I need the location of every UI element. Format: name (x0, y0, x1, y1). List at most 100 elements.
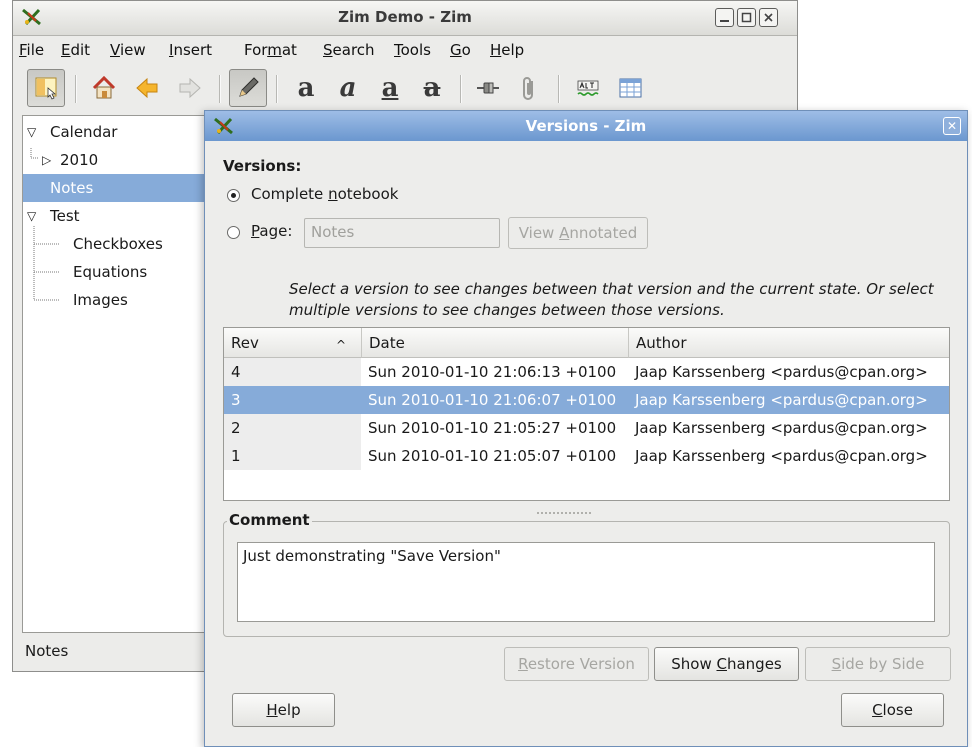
main-titlebar[interactable]: Zim Demo - Zim (13, 1, 797, 36)
menu-tools[interactable]: Tools (394, 41, 431, 59)
menu-view[interactable]: View (110, 41, 146, 59)
page-name-input[interactable]: Notes (304, 218, 500, 248)
tree-item-label: Equations (73, 263, 148, 281)
table-row[interactable]: 4 Sun 2010-01-10 21:06:13 +0100 Jaap Kar… (224, 358, 949, 386)
tree-item-label: Images (73, 291, 128, 309)
menu-format[interactable]: Format (244, 41, 297, 59)
close-icon (764, 13, 773, 22)
pane-resize-handle[interactable] (537, 502, 597, 514)
menu-file[interactable]: File (19, 41, 44, 59)
column-header-date[interactable]: Date (361, 328, 628, 358)
underline-icon: a (381, 73, 399, 103)
toolbar-separator (460, 75, 462, 103)
expander-open-icon[interactable]: ▽ (27, 118, 36, 146)
pencil-icon (239, 77, 259, 97)
menu-help[interactable]: Help (490, 41, 524, 59)
tree-item-label: Calendar (50, 123, 118, 141)
versions-dialog: Versions - Zim ✕ Versions: Complete note… (204, 110, 968, 747)
complete-notebook-radio[interactable] (227, 189, 240, 202)
tree-item-equations[interactable]: Equations (23, 258, 221, 286)
attach-file-button[interactable] (511, 69, 549, 107)
tree-connector-line (30, 148, 38, 159)
page-option[interactable]: Page: (227, 222, 307, 244)
complete-notebook-option[interactable]: Complete notebook (227, 185, 447, 207)
mark-button[interactable]: a (371, 69, 409, 107)
cell-date: Sun 2010-01-10 21:06:13 +0100 (368, 363, 617, 381)
show-changes-button[interactable]: Show Changes (654, 647, 799, 681)
maximize-button[interactable] (737, 8, 756, 27)
close-window-button[interactable] (759, 8, 778, 27)
menu-search[interactable]: Search (323, 41, 375, 59)
back-button[interactable] (128, 69, 166, 107)
tree-item-images[interactable]: Images (23, 286, 221, 314)
menu-insert[interactable]: Insert (169, 41, 212, 59)
spell-check-button[interactable] (569, 69, 607, 107)
toolbar-separator (558, 75, 560, 103)
forward-button[interactable] (171, 69, 209, 107)
minimize-button[interactable] (715, 8, 734, 27)
table-row-selected[interactable]: 3 Sun 2010-01-10 21:06:07 +0100 Jaap Kar… (224, 386, 949, 414)
cell-author: Jaap Karssenberg <pardus@cpan.org> (628, 386, 949, 414)
index-pane-icon (35, 77, 57, 100)
complete-notebook-label: Complete notebook (251, 185, 399, 203)
toggle-index-button[interactable] (27, 69, 65, 107)
strong-button[interactable]: a (287, 69, 325, 107)
link-icon (477, 82, 499, 94)
sort-ascending-icon: ^ (336, 338, 347, 352)
page-radio[interactable] (227, 226, 240, 239)
cell-date: Sun 2010-01-10 21:05:07 +0100 (368, 447, 617, 465)
cell-date: Sun 2010-01-10 21:06:07 +0100 (361, 386, 628, 414)
comment-heading: Comment (227, 511, 312, 529)
versions-table: Rev ^ Date Author 4 Sun 2010-01-10 21:06… (223, 327, 950, 501)
window-title: Zim Demo - Zim (338, 8, 472, 26)
toolbar-separator (276, 75, 278, 103)
edit-mode-button[interactable] (229, 69, 267, 107)
tree-item-label: Checkboxes (73, 235, 163, 253)
table-icon (619, 78, 642, 98)
menubar: File Edit View Insert Format Search Tool… (13, 36, 797, 64)
cell-date: Sun 2010-01-10 21:05:27 +0100 (368, 419, 617, 437)
tree-item-checkboxes[interactable]: Checkboxes (23, 230, 221, 258)
instructions-text: Select a version to see changes between … (289, 280, 934, 319)
dialog-titlebar[interactable]: Versions - Zim ✕ (205, 111, 967, 141)
side-by-side-button[interactable]: Side by Side (805, 647, 951, 681)
menu-edit[interactable]: Edit (61, 41, 90, 59)
italic-icon: a (339, 73, 357, 103)
table-row[interactable]: 1 Sun 2010-01-10 21:05:07 +0100 Jaap Kar… (224, 442, 949, 470)
insert-table-button[interactable] (611, 69, 649, 107)
help-button[interactable]: Help (232, 693, 335, 727)
bold-icon: a (297, 73, 315, 103)
spellcheck-icon (577, 80, 599, 96)
cell-author: Jaap Karssenberg <pardus@cpan.org> (635, 363, 928, 381)
tree-item-label: 2010 (60, 151, 99, 169)
strikethrough-icon: a (423, 73, 441, 103)
menu-go[interactable]: Go (450, 41, 471, 59)
paperclip-icon (523, 77, 533, 100)
dialog-close-button[interactable]: ✕ (943, 117, 961, 135)
tree-item-calendar[interactable]: ▽ Calendar (23, 118, 221, 146)
close-button[interactable]: Close (841, 693, 944, 727)
insert-link-button[interactable] (469, 69, 507, 107)
column-header-author[interactable]: Author (628, 328, 949, 358)
dialog-title: Versions - Zim (525, 117, 647, 135)
index-tree: ▽ Calendar ▷ 2010 Notes ▽ Test Checkboxe… (22, 115, 222, 633)
cell-rev: 3 (224, 386, 361, 414)
emphasis-button[interactable]: a (329, 69, 367, 107)
column-header-rev[interactable]: Rev ^ (224, 328, 361, 358)
maximize-icon (741, 12, 752, 23)
tree-item-notes[interactable]: Notes (23, 174, 221, 202)
cell-rev: 4 (224, 358, 361, 386)
versions-heading: Versions: (223, 157, 302, 175)
tree-item-2010[interactable]: ▷ 2010 (23, 146, 221, 174)
table-row[interactable]: 2 Sun 2010-01-10 21:05:27 +0100 Jaap Kar… (224, 414, 949, 442)
tree-item-label: Notes (50, 179, 94, 197)
arrow-right-icon (179, 77, 201, 99)
comment-textview[interactable]: Just demonstrating "Save Version" (237, 542, 935, 622)
home-button[interactable] (85, 69, 123, 107)
expander-closed-icon[interactable]: ▷ (42, 146, 51, 174)
arrow-left-icon (136, 77, 158, 99)
view-annotated-button[interactable]: View Annotated (508, 217, 648, 249)
strike-button[interactable]: a (413, 69, 451, 107)
cell-rev: 2 (224, 414, 361, 442)
restore-version-button[interactable]: Restore Version (504, 647, 649, 681)
